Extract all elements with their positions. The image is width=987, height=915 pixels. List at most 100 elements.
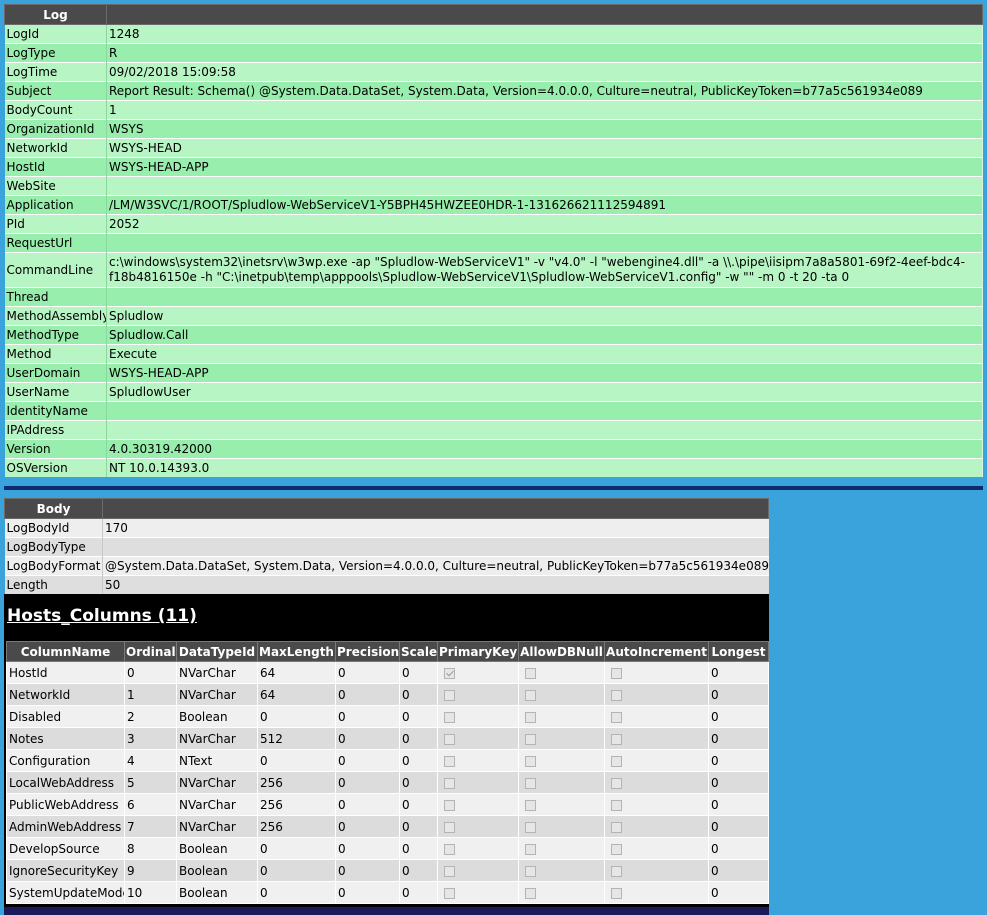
columns-panel-title-link[interactable]: Hosts_Columns (11) bbox=[7, 606, 197, 626]
checkbox-nullable[interactable] bbox=[525, 821, 536, 833]
checkbox-nullable[interactable] bbox=[525, 755, 536, 767]
log-row: Subject Report Result: Schema() @System.D… bbox=[4, 81, 983, 101]
columns-cell-pk bbox=[437, 859, 519, 882]
columns-cell-longest: 0 bbox=[708, 727, 769, 750]
log-row-key: IdentityName bbox=[4, 401, 107, 421]
checkbox-pk[interactable] bbox=[444, 777, 455, 789]
columns-cell-ordinal: 5 bbox=[124, 771, 177, 794]
checkbox-pk[interactable] bbox=[444, 865, 455, 877]
checkbox-pk[interactable] bbox=[444, 821, 455, 833]
checkbox-pk[interactable] bbox=[444, 733, 455, 745]
columns-cell-longest: 0 bbox=[708, 837, 769, 860]
log-row-value: WSYS-HEAD-APP bbox=[106, 363, 983, 383]
columns-cell-ordinal: 1 bbox=[124, 683, 177, 706]
checkbox-autoinc[interactable] bbox=[611, 689, 622, 701]
columns-table: ColumnName Ordinal DataTypeId MaxLength Prec… bbox=[6, 641, 769, 904]
columns-cell-longest: 0 bbox=[708, 661, 769, 684]
checkbox-autoinc[interactable] bbox=[611, 711, 622, 723]
checkbox-autoinc[interactable] bbox=[611, 777, 622, 789]
checkbox-nullable[interactable] bbox=[525, 843, 536, 855]
log-row-key: UserName bbox=[4, 382, 107, 402]
columns-cell-pk bbox=[437, 881, 519, 904]
checkbox-nullable[interactable] bbox=[525, 711, 536, 723]
columns-cell-pk bbox=[437, 705, 519, 728]
checkbox-pk[interactable] bbox=[444, 711, 455, 723]
column-header: Scale bbox=[399, 641, 438, 662]
checkbox-pk[interactable] bbox=[444, 755, 455, 767]
columns-cell-scale: 0 bbox=[399, 661, 438, 684]
columns-cell-type: NVarChar bbox=[176, 771, 258, 794]
log-row: Version 4.0.30319.42000 bbox=[4, 439, 983, 459]
columns-cell-maxlen: 0 bbox=[257, 705, 336, 728]
columns-cell-precision: 0 bbox=[335, 771, 400, 794]
columns-cell-name: IgnoreSecurityKey bbox=[6, 859, 125, 882]
columns-row: LocalWebAddress 5 NVarChar 256 0 0 0 bbox=[6, 771, 769, 794]
checkbox-autoinc[interactable] bbox=[611, 733, 622, 745]
log-row-value: Spludlow bbox=[106, 306, 983, 326]
columns-cell-longest: 0 bbox=[708, 705, 769, 728]
checkbox-autoinc[interactable] bbox=[611, 755, 622, 767]
checkbox-pk[interactable] bbox=[444, 799, 455, 811]
column-header: Ordinal bbox=[124, 641, 177, 662]
checkbox-nullable[interactable] bbox=[525, 799, 536, 811]
checkbox-autoinc[interactable] bbox=[611, 821, 622, 833]
columns-cell-maxlen: 64 bbox=[257, 661, 336, 684]
log-header-row: Log bbox=[4, 4, 983, 25]
log-row-key: BodyCount bbox=[4, 100, 107, 120]
checkbox-nullable[interactable] bbox=[525, 865, 536, 877]
column-header: Precision bbox=[335, 641, 400, 662]
columns-cell-ordinal: 10 bbox=[124, 881, 177, 904]
columns-cell-precision: 0 bbox=[335, 705, 400, 728]
columns-cell-autoinc bbox=[604, 771, 709, 794]
log-row-key: UserDomain bbox=[4, 363, 107, 383]
columns-row: NetworkId 1 NVarChar 64 0 0 0 bbox=[6, 683, 769, 706]
columns-row: Notes 3 NVarChar 512 0 0 0 bbox=[6, 727, 769, 750]
log-row: OSVersion NT 10.0.14393.0 bbox=[4, 458, 983, 477]
columns-cell-precision: 0 bbox=[335, 859, 400, 882]
checkbox-pk[interactable] bbox=[444, 843, 455, 855]
columns-cell-nullable bbox=[518, 705, 605, 728]
checkbox-nullable[interactable] bbox=[525, 777, 536, 789]
log-row-value: WSYS bbox=[106, 119, 983, 139]
columns-cell-type: NVarChar bbox=[176, 683, 258, 706]
checkbox-pk[interactable] bbox=[444, 667, 455, 679]
columns-cell-maxlen: 0 bbox=[257, 837, 336, 860]
columns-cell-scale: 0 bbox=[399, 749, 438, 772]
columns-cell-nullable bbox=[518, 661, 605, 684]
column-header: AllowDBNull bbox=[518, 641, 605, 662]
columns-cell-maxlen: 256 bbox=[257, 815, 336, 838]
checkbox-autoinc[interactable] bbox=[611, 887, 622, 899]
columns-cell-scale: 0 bbox=[399, 793, 438, 816]
columns-row: PublicWebAddress 6 NVarChar 256 0 0 0 bbox=[6, 793, 769, 816]
checkbox-autoinc[interactable] bbox=[611, 799, 622, 811]
log-row-value bbox=[106, 176, 983, 196]
columns-cell-longest: 0 bbox=[708, 881, 769, 904]
columns-cell-type: NVarChar bbox=[176, 793, 258, 816]
log-row-value: Spludlow.Call bbox=[106, 325, 983, 345]
log-row: WebSite bbox=[4, 176, 983, 196]
columns-row: IgnoreSecurityKey 9 Boolean 0 0 0 0 bbox=[6, 859, 769, 882]
checkbox-nullable[interactable] bbox=[525, 667, 536, 679]
columns-cell-ordinal: 7 bbox=[124, 815, 177, 838]
log-row-value: 4.0.30319.42000 bbox=[106, 439, 983, 459]
log-row-key: PId bbox=[4, 214, 107, 234]
log-row-value: 09/02/2018 15:09:58 bbox=[106, 62, 983, 82]
columns-cell-scale: 0 bbox=[399, 837, 438, 860]
checkbox-nullable[interactable] bbox=[525, 887, 536, 899]
checkbox-autoinc[interactable] bbox=[611, 843, 622, 855]
checkbox-autoinc[interactable] bbox=[611, 865, 622, 877]
column-header: DataTypeId bbox=[176, 641, 258, 662]
checkbox-autoinc[interactable] bbox=[611, 667, 622, 679]
columns-cell-maxlen: 0 bbox=[257, 749, 336, 772]
checkbox-pk[interactable] bbox=[444, 689, 455, 701]
checkbox-nullable[interactable] bbox=[525, 689, 536, 701]
checkbox-pk[interactable] bbox=[444, 887, 455, 899]
columns-cell-name: Notes bbox=[6, 727, 125, 750]
columns-cell-maxlen: 0 bbox=[257, 859, 336, 882]
body-row: Length 50 bbox=[4, 575, 769, 594]
checkbox-nullable[interactable] bbox=[525, 733, 536, 745]
columns-cell-name: DevelopSource bbox=[6, 837, 125, 860]
log-row: IdentityName bbox=[4, 401, 983, 421]
columns-cell-maxlen: 64 bbox=[257, 683, 336, 706]
log-row-value bbox=[106, 420, 983, 440]
